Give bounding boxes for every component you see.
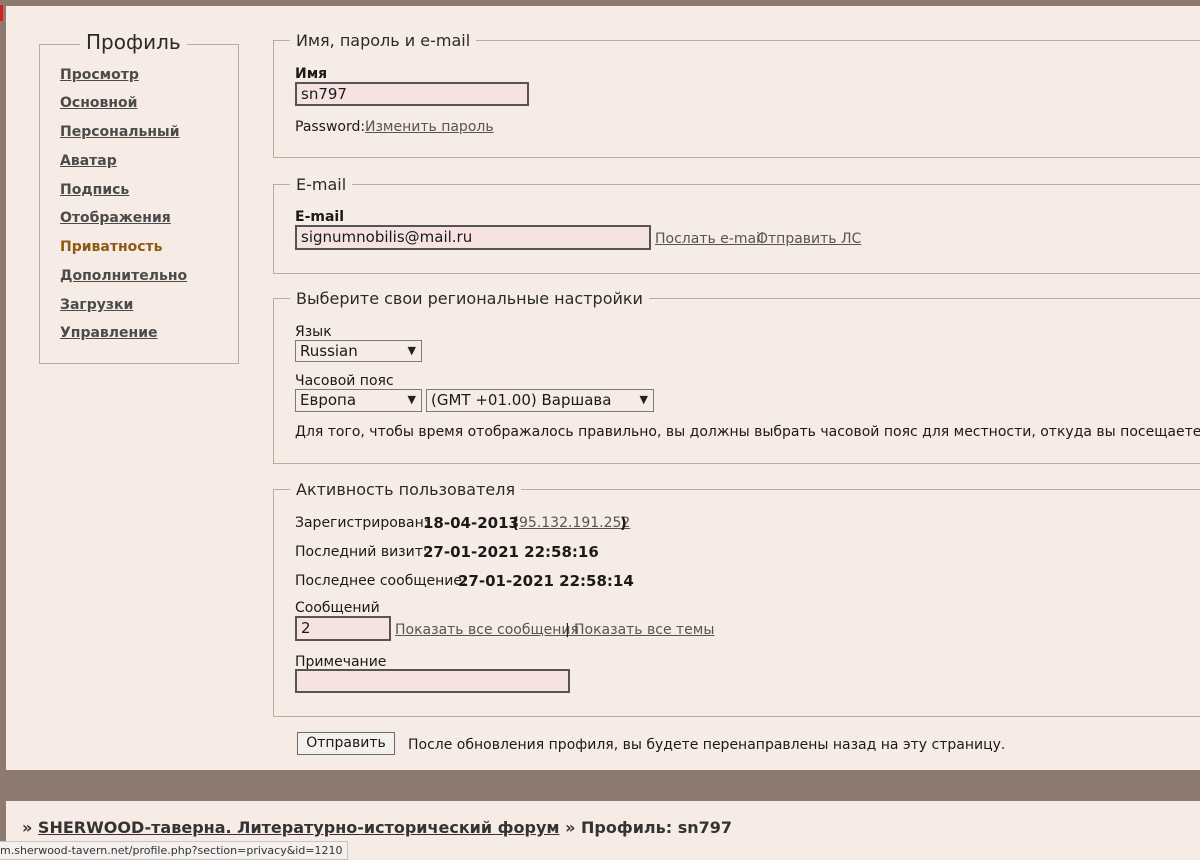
- chevron-down-icon: ▼: [407, 393, 416, 406]
- language-select[interactable]: Russian ▼: [295, 340, 422, 362]
- window-top-border: [0, 0, 1200, 4]
- show-all-posts-link[interactable]: Показать все сообщения: [395, 622, 579, 638]
- menu-item-administration[interactable]: Управление: [60, 325, 158, 341]
- note-label: Примечание: [295, 654, 387, 670]
- name-fieldset-legend: Имя, пароль и e-mail: [290, 31, 477, 50]
- corner-marker: [0, 5, 3, 21]
- timezone-city-value: (GMT +01.00) Варшава: [431, 391, 612, 409]
- show-all-topics-link[interactable]: Показать все темы: [574, 622, 714, 638]
- note-input[interactable]: [295, 669, 570, 693]
- menu-item-privacy[interactable]: Приватность: [60, 239, 163, 255]
- menu-item-signature[interactable]: Подпись: [60, 182, 129, 198]
- submit-hint: После обновления профиля, вы будете пере…: [408, 737, 1006, 753]
- email-label: E-mail: [295, 209, 345, 225]
- status-bar-url: m.sherwood-tavern.net/profile.php?sectio…: [0, 841, 348, 860]
- timezone-region-value: Европа: [300, 391, 357, 409]
- links-separator: |: [565, 622, 570, 638]
- posts-count-input[interactable]: 2: [295, 616, 391, 641]
- timezone-hint: Для того, чтобы время отображалось прави…: [295, 424, 1200, 440]
- last-post-label: Последнее сообщение:: [295, 573, 467, 589]
- menu-item-display[interactable]: Отображения: [60, 210, 171, 226]
- name-label: Имя: [295, 66, 328, 82]
- timezone-city-select[interactable]: (GMT +01.00) Варшава ▼: [426, 389, 654, 412]
- activity-fieldset-legend: Активность пользователя: [290, 480, 522, 499]
- breadcrumb-prefix: »: [22, 818, 33, 837]
- chevron-down-icon: ▼: [639, 393, 648, 406]
- registered-ip-link[interactable]: 95.132.191.252: [519, 515, 630, 531]
- send-email-link[interactable]: Послать e-mail: [655, 231, 764, 247]
- registered-label: Зарегистрирован:: [295, 515, 429, 531]
- send-pm-link[interactable]: Отправить ЛС: [757, 231, 861, 247]
- breadcrumb-separator: »: [565, 818, 576, 837]
- email-input[interactable]: signumnobilis@mail.ru: [295, 225, 651, 250]
- profile-menu-box: [39, 44, 239, 364]
- submit-button[interactable]: Отправить: [297, 732, 395, 755]
- last-visit-value: 27-01-2021 22:58:16: [423, 543, 599, 561]
- timezone-region-select[interactable]: Европа ▼: [295, 389, 422, 412]
- language-label: Язык: [295, 324, 332, 340]
- menu-item-personal[interactable]: Персональный: [60, 124, 180, 140]
- change-password-link[interactable]: Изменить пароль: [365, 119, 494, 135]
- breadcrumb-forum-link[interactable]: SHERWOOD-таверна. Литературно-историческ…: [38, 818, 560, 837]
- menu-item-view[interactable]: Просмотр: [60, 67, 139, 83]
- email-fieldset-legend: E-mail: [290, 175, 353, 194]
- regional-fieldset-legend: Выберите свои региональные настройки: [290, 289, 649, 308]
- posts-label: Сообщений: [295, 600, 380, 616]
- profile-menu-title: Профиль: [80, 30, 187, 54]
- language-select-value: Russian: [300, 342, 358, 360]
- chevron-down-icon: ▼: [407, 344, 416, 357]
- password-label: Password:: [295, 119, 366, 135]
- breadcrumb-current: Профиль: sn797: [581, 818, 733, 837]
- registered-date: 18-04-2013: [423, 514, 519, 532]
- menu-item-uploads[interactable]: Загрузки: [60, 297, 133, 313]
- menu-item-additional[interactable]: Дополнительно: [60, 268, 187, 284]
- timezone-label: Часовой пояс: [295, 373, 394, 389]
- menu-item-basic[interactable]: Основной: [60, 95, 137, 111]
- last-post-value: 27-01-2021 22:58:14: [458, 572, 634, 590]
- name-input[interactable]: sn797: [295, 82, 529, 106]
- registered-paren-open: (: [512, 514, 519, 532]
- menu-item-avatar[interactable]: Аватар: [60, 153, 117, 169]
- registered-paren-close: ): [620, 514, 627, 532]
- breadcrumb: » SHERWOOD-таверна. Литературно-историче…: [22, 818, 732, 837]
- last-visit-label: Последний визит:: [295, 544, 428, 560]
